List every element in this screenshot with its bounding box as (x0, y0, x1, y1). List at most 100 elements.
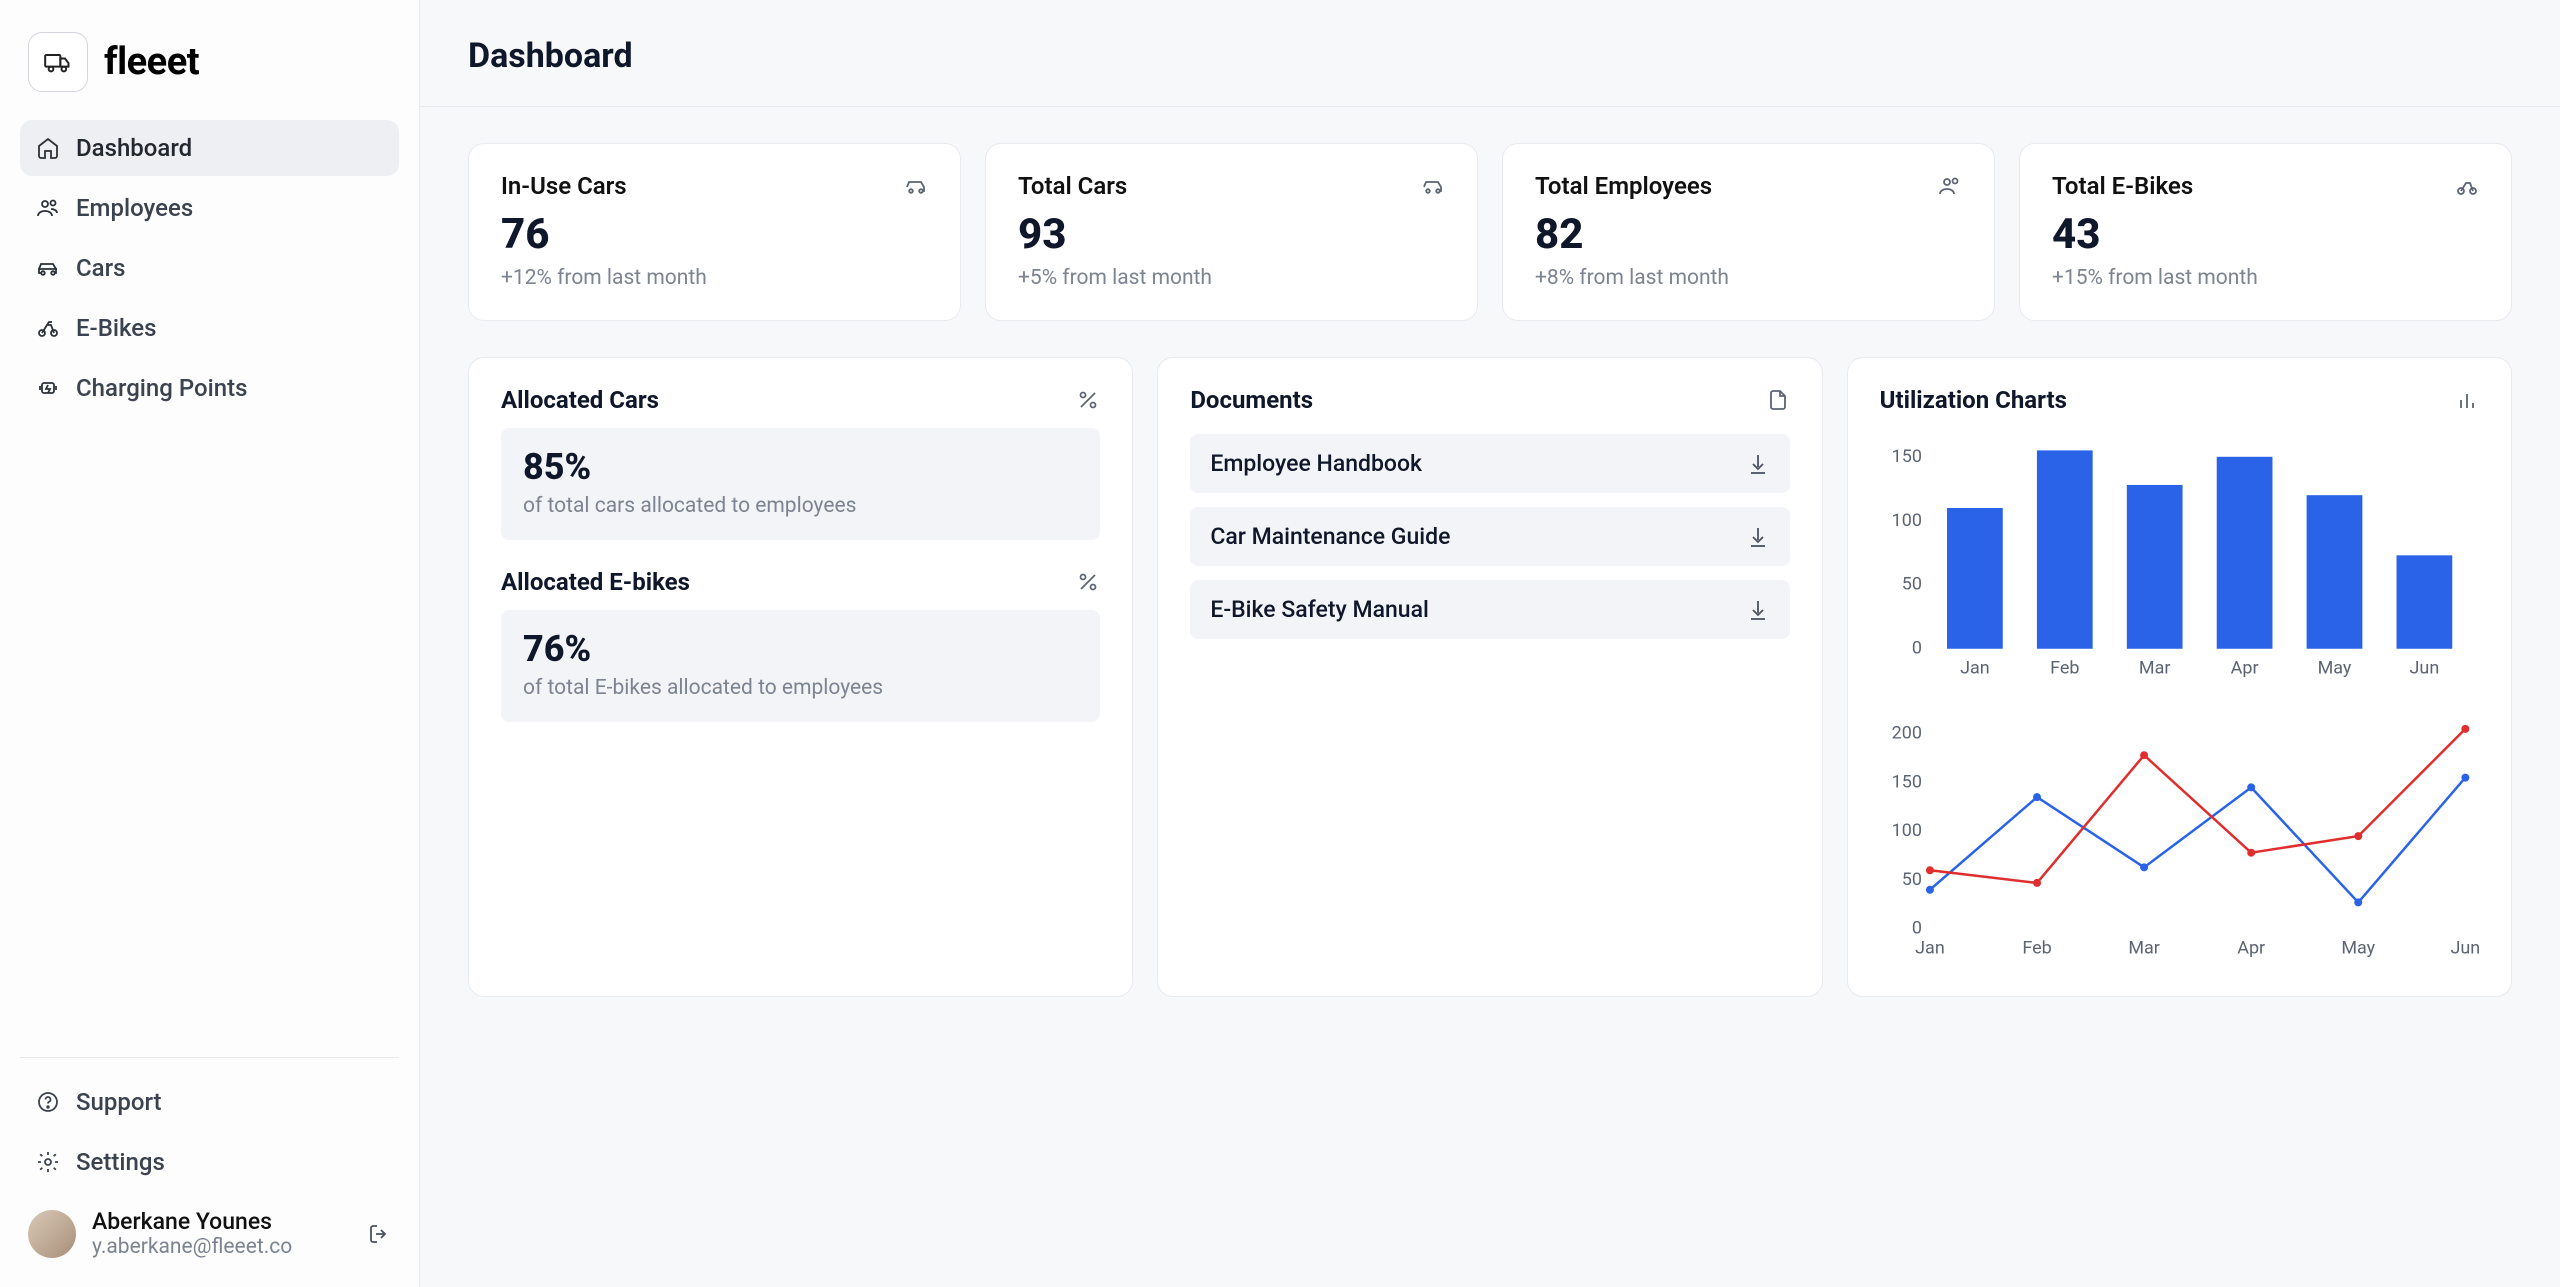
stat-sub: +8% from last month (1535, 266, 1962, 290)
nav-charging[interactable]: Charging Points (20, 360, 399, 416)
nav-settings[interactable]: Settings (20, 1134, 399, 1190)
bar-chart: 050100150JanFebMarAprMayJun (1880, 434, 2479, 684)
bike-icon (2455, 174, 2479, 198)
help-icon (36, 1090, 60, 1114)
svg-text:200: 200 (1891, 722, 1921, 743)
content: In-Use Cars 76 +12% from last month Tota… (420, 107, 2560, 1033)
svg-text:May: May (2317, 658, 2351, 679)
alloc-ebikes-block: 76% of total E-bikes allocated to employ… (501, 610, 1100, 722)
svg-text:Feb: Feb (2022, 937, 2051, 958)
nav-dashboard[interactable]: Dashboard (20, 120, 399, 176)
nav-label: Employees (76, 194, 193, 222)
home-icon (36, 136, 60, 160)
documents-card: Documents Employee Handbook Car Maintenan… (1157, 357, 1822, 997)
file-icon (1766, 388, 1790, 412)
gear-icon (36, 1150, 60, 1174)
stats-row: In-Use Cars 76 +12% from last month Tota… (468, 143, 2512, 321)
stat-sub: +5% from last month (1018, 266, 1445, 290)
svg-text:Jan: Jan (1915, 937, 1945, 958)
stat-total-ebikes: Total E-Bikes 43 +15% from last month (2019, 143, 2512, 321)
doc-name: Employee Handbook (1210, 450, 1422, 477)
brand-name: fleeet (104, 40, 199, 84)
doc-list: Employee Handbook Car Maintenance Guide E-… (1190, 434, 1789, 639)
svg-text:Apr: Apr (2230, 658, 2258, 679)
user-name: Aberkane Younes (92, 1208, 292, 1235)
bar-chart-icon (2455, 388, 2479, 412)
titlebar: Dashboard (420, 0, 2560, 107)
truck-icon (44, 48, 72, 76)
svg-text:150: 150 (1891, 771, 1921, 792)
svg-text:Jan: Jan (1960, 658, 1990, 679)
section-title: Allocated Cars (501, 386, 659, 414)
svg-text:Jun: Jun (2409, 658, 2439, 679)
car-icon (904, 174, 928, 198)
svg-text:50: 50 (1901, 869, 1921, 890)
primary-nav: Dashboard Employees Cars E-Bikes Chargin… (20, 120, 399, 416)
nav-label: Dashboard (76, 134, 192, 162)
stat-value: 43 (2052, 214, 2479, 256)
percent-icon (1076, 388, 1100, 412)
stat-total-cars: Total Cars 93 +5% from last month (985, 143, 1478, 321)
stat-label: Total E-Bikes (2052, 172, 2193, 200)
svg-text:Mar: Mar (2139, 658, 2171, 679)
doc-name: Car Maintenance Guide (1210, 523, 1450, 550)
logout-icon[interactable] (367, 1222, 391, 1246)
stat-label: Total Employees (1535, 172, 1712, 200)
charts-card: Utilization Charts 0 50 100 150 Jan Feb Mar Apr… (1847, 357, 2512, 997)
download-icon[interactable] (1746, 452, 1770, 476)
percent-icon (1076, 570, 1100, 594)
nav-label: Support (76, 1088, 162, 1116)
user-profile[interactable]: Aberkane Younes y.aberkane@fleeet.co (20, 1194, 399, 1263)
bike-icon (36, 316, 60, 340)
stat-sub: +15% from last month (2052, 266, 2479, 290)
section-title: Documents (1190, 386, 1313, 414)
users-icon (1938, 174, 1962, 198)
alloc-value: 76% (523, 628, 1078, 670)
svg-text:50: 50 (1901, 574, 1921, 595)
download-icon[interactable] (1746, 598, 1770, 622)
alloc-sub: of total cars allocated to employees (523, 494, 1078, 518)
download-icon[interactable] (1746, 525, 1770, 549)
line-chart: 0 50 100 150 200 Jan Feb Mar Apr May Jun (1880, 714, 2479, 964)
sidebar: fleeet Dashboard Employees Cars E-Bikes … (0, 0, 420, 1287)
nav-cars[interactable]: Cars (20, 240, 399, 296)
main: Dashboard In-Use Cars 76 +12% from last … (420, 0, 2560, 1287)
stat-value: 82 (1535, 214, 1962, 256)
mid-row: Allocated Cars 85% of total cars allocat… (468, 357, 2512, 997)
page-title: Dashboard (468, 36, 2512, 76)
doc-item[interactable]: Car Maintenance Guide (1190, 507, 1789, 566)
charging-icon (36, 376, 60, 400)
nav-label: Cars (76, 254, 125, 282)
stat-inuse-cars: In-Use Cars 76 +12% from last month (468, 143, 961, 321)
doc-item[interactable]: Employee Handbook (1190, 434, 1789, 493)
chart-stack: 0 50 100 150 Jan Feb Mar Apr May Jun 0 50 100 150 200… (1880, 434, 2479, 963)
nav-employees[interactable]: Employees (20, 180, 399, 236)
alloc-value: 85% (523, 446, 1078, 488)
svg-text:150: 150 (1891, 446, 1921, 467)
svg-text:0: 0 (1911, 917, 1921, 938)
allocations-card: Allocated Cars 85% of total cars allocat… (468, 357, 1133, 997)
sidebar-bottom: Support Settings Aberkane Younes y.aberk… (20, 1057, 399, 1263)
stat-value: 93 (1018, 214, 1445, 256)
section-title: Utilization Charts (1880, 386, 2067, 414)
svg-text:May: May (2341, 937, 2375, 958)
svg-text:Jun: Jun (2450, 937, 2479, 958)
nav-ebikes[interactable]: E-Bikes (20, 300, 399, 356)
alloc-cars-head: Allocated Cars (501, 386, 1100, 414)
nav-support[interactable]: Support (20, 1074, 399, 1130)
brand: fleeet (20, 24, 399, 120)
user-email: y.aberkane@fleeet.co (92, 1235, 292, 1259)
avatar (28, 1210, 76, 1258)
svg-text:100: 100 (1891, 510, 1921, 531)
doc-name: E-Bike Safety Manual (1210, 596, 1429, 623)
brand-logo (28, 32, 88, 92)
stat-value: 76 (501, 214, 928, 256)
svg-text:Mar: Mar (2128, 937, 2160, 958)
nav-label: Charging Points (76, 374, 247, 402)
car-icon (36, 256, 60, 280)
doc-item[interactable]: E-Bike Safety Manual (1190, 580, 1789, 639)
svg-text:Apr: Apr (2237, 937, 2265, 958)
car-icon (1421, 174, 1445, 198)
svg-text:100: 100 (1891, 820, 1921, 841)
users-icon (36, 196, 60, 220)
